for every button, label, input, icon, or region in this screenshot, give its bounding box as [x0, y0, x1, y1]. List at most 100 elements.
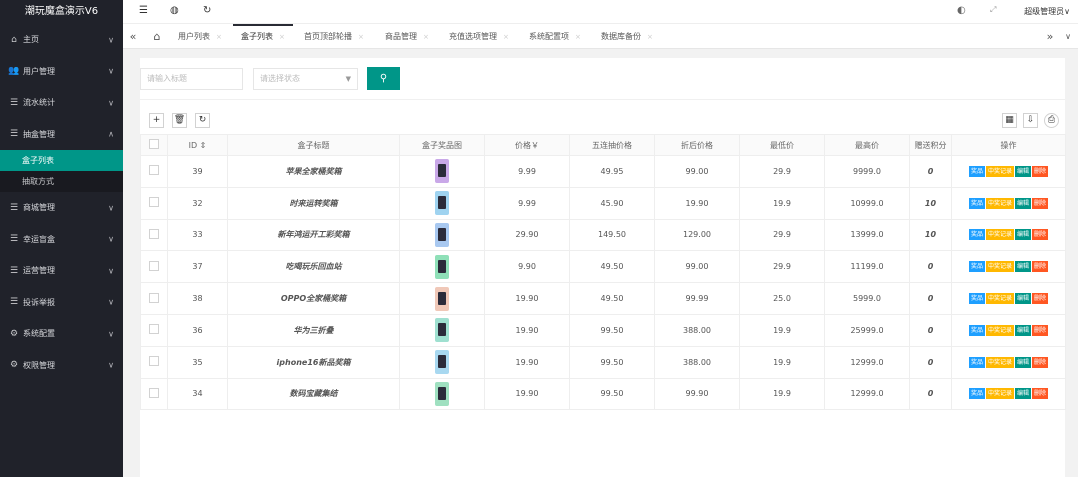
prize-image[interactable]: [435, 222, 449, 247]
sidebar-item[interactable]: ⚙ 权限管理 ∨: [0, 350, 123, 382]
prizes-button[interactable]: 奖品: [968, 197, 985, 209]
refresh-table-icon[interactable]: ↻: [195, 113, 210, 128]
prizes-button[interactable]: 奖品: [968, 356, 985, 368]
refresh-icon[interactable]: ↻: [203, 5, 211, 16]
tab[interactable]: 数据库备份 ×: [593, 24, 661, 49]
home-tab-icon[interactable]: ⌂: [147, 24, 167, 49]
sidebar-item[interactable]: ☰ 流水统计 ∨: [0, 87, 123, 119]
edit-button[interactable]: 编辑: [1015, 324, 1032, 336]
user-menu[interactable]: 超级管理员∨: [1024, 6, 1070, 17]
prizes-button[interactable]: 奖品: [968, 324, 985, 336]
status-select[interactable]: 请选择状态 ▼: [253, 68, 358, 90]
column-header[interactable]: ID ⇕: [167, 134, 228, 156]
prize-image[interactable]: [435, 318, 449, 343]
prize-image[interactable]: [435, 286, 449, 311]
win-records-button[interactable]: 中奖记录: [985, 324, 1014, 336]
row-checkbox[interactable]: [140, 313, 168, 347]
tab[interactable]: 盒子列表 ×: [233, 24, 293, 49]
sidebar-subitem[interactable]: 盒子列表: [0, 150, 123, 171]
delete-icon[interactable]: 🗑: [172, 113, 187, 128]
close-icon[interactable]: ×: [358, 33, 364, 41]
edit-button[interactable]: 编辑: [1015, 229, 1032, 241]
tab[interactable]: 商品管理 ×: [377, 24, 437, 49]
tab[interactable]: 系统配置项 ×: [521, 24, 589, 49]
table-header-row: ID ⇕ 盒子标题 盒子奖品图 价格￥ 五连抽价格 折后价格 最低价 最高价 赠送积分 操作: [140, 134, 1066, 156]
edit-button[interactable]: 编辑: [1015, 197, 1032, 209]
globe-icon[interactable]: ◍: [170, 5, 179, 16]
sidebar-item[interactable]: ⚙ 系统配置 ∨: [0, 318, 123, 350]
row-checkbox[interactable]: [140, 345, 168, 379]
tab-label: 系统配置项: [529, 32, 569, 41]
prize-image[interactable]: [435, 191, 449, 216]
win-records-button[interactable]: 中奖记录: [985, 229, 1014, 241]
prize-image[interactable]: [435, 381, 449, 406]
search-button[interactable]: ⚲: [367, 67, 400, 90]
menu-toggle-icon[interactable]: ☰: [139, 5, 148, 16]
prizes-button[interactable]: 奖品: [968, 229, 985, 241]
row-checkbox[interactable]: [140, 186, 168, 220]
select-all-checkbox[interactable]: [140, 134, 168, 156]
row-checkbox[interactable]: [140, 282, 168, 315]
edit-button[interactable]: 编辑: [1015, 388, 1032, 400]
tab[interactable]: 充值选项管理 ×: [441, 24, 517, 49]
export-icon[interactable]: ⇩: [1023, 113, 1038, 128]
win-records-button[interactable]: 中奖记录: [985, 388, 1014, 400]
prize-image[interactable]: [435, 254, 449, 279]
prize-image[interactable]: [435, 159, 449, 184]
prize-image[interactable]: [435, 350, 449, 375]
print-icon[interactable]: ⎙: [1044, 113, 1059, 128]
tabs-next-icon[interactable]: »: [1040, 24, 1060, 49]
win-records-button[interactable]: 中奖记录: [985, 356, 1014, 368]
delete-button[interactable]: 删除: [1032, 356, 1049, 368]
close-icon[interactable]: ×: [423, 33, 429, 41]
theme-icon[interactable]: ◐: [957, 5, 966, 16]
prizes-button[interactable]: 奖品: [968, 293, 985, 305]
prizes-button[interactable]: 奖品: [968, 388, 985, 400]
win-records-button[interactable]: 中奖记录: [985, 261, 1014, 273]
sidebar-item[interactable]: ☰ 运营管理 ∨: [0, 255, 123, 287]
close-icon[interactable]: ×: [216, 33, 222, 41]
close-icon[interactable]: ×: [647, 33, 653, 41]
delete-button[interactable]: 删除: [1032, 165, 1049, 177]
close-icon[interactable]: ×: [503, 33, 509, 41]
sidebar-item[interactable]: ☰ 商城管理 ∨: [0, 192, 123, 224]
sidebar-item[interactable]: 👥 用户管理 ∨: [0, 56, 123, 88]
delete-button[interactable]: 删除: [1032, 293, 1049, 305]
close-icon[interactable]: ×: [575, 33, 581, 41]
sidebar-item[interactable]: ☰ 幸运盲盒 ∨: [0, 224, 123, 256]
prizes-button[interactable]: 奖品: [968, 261, 985, 273]
column-header: 最高价: [824, 134, 910, 156]
sidebar-item[interactable]: ☰ 投诉举报 ∨: [0, 287, 123, 319]
sidebar-subitem[interactable]: 抽取方式: [0, 171, 123, 192]
delete-button[interactable]: 删除: [1032, 261, 1049, 273]
edit-button[interactable]: 编辑: [1015, 165, 1032, 177]
win-records-button[interactable]: 中奖记录: [985, 165, 1014, 177]
delete-button[interactable]: 删除: [1032, 229, 1049, 241]
delete-button[interactable]: 删除: [1032, 324, 1049, 336]
delete-button[interactable]: 删除: [1032, 388, 1049, 400]
add-icon[interactable]: +: [149, 113, 164, 128]
edit-button[interactable]: 编辑: [1015, 293, 1032, 305]
tabs-menu-icon[interactable]: ∨: [1058, 24, 1078, 49]
prizes-button[interactable]: 奖品: [968, 165, 985, 177]
cell-five-draw-price: 99.50: [569, 345, 655, 379]
edit-button[interactable]: 编辑: [1015, 261, 1032, 273]
tabs-prev-icon[interactable]: «: [123, 24, 143, 49]
edit-button[interactable]: 编辑: [1015, 356, 1032, 368]
delete-button[interactable]: 删除: [1032, 197, 1049, 209]
row-checkbox[interactable]: [140, 250, 168, 284]
cell-min-price: 19.9: [739, 313, 825, 347]
sidebar-item[interactable]: ☰ 抽盒管理 ∧: [0, 118, 123, 150]
win-records-button[interactable]: 中奖记录: [985, 293, 1014, 305]
columns-icon[interactable]: ▦: [1002, 113, 1017, 128]
win-records-button[interactable]: 中奖记录: [985, 197, 1014, 209]
title-search-input[interactable]: 请输入标题: [140, 68, 243, 90]
tab[interactable]: 用户列表 ×: [170, 24, 230, 49]
row-checkbox[interactable]: [140, 218, 168, 252]
fullscreen-icon[interactable]: ⤢: [990, 5, 996, 15]
sidebar-item[interactable]: ⌂ 主页 ∨: [0, 24, 123, 56]
close-icon[interactable]: ×: [279, 33, 285, 41]
row-checkbox[interactable]: [140, 377, 168, 411]
row-checkbox[interactable]: [140, 155, 168, 188]
tab[interactable]: 首页顶部轮播 ×: [296, 24, 372, 49]
